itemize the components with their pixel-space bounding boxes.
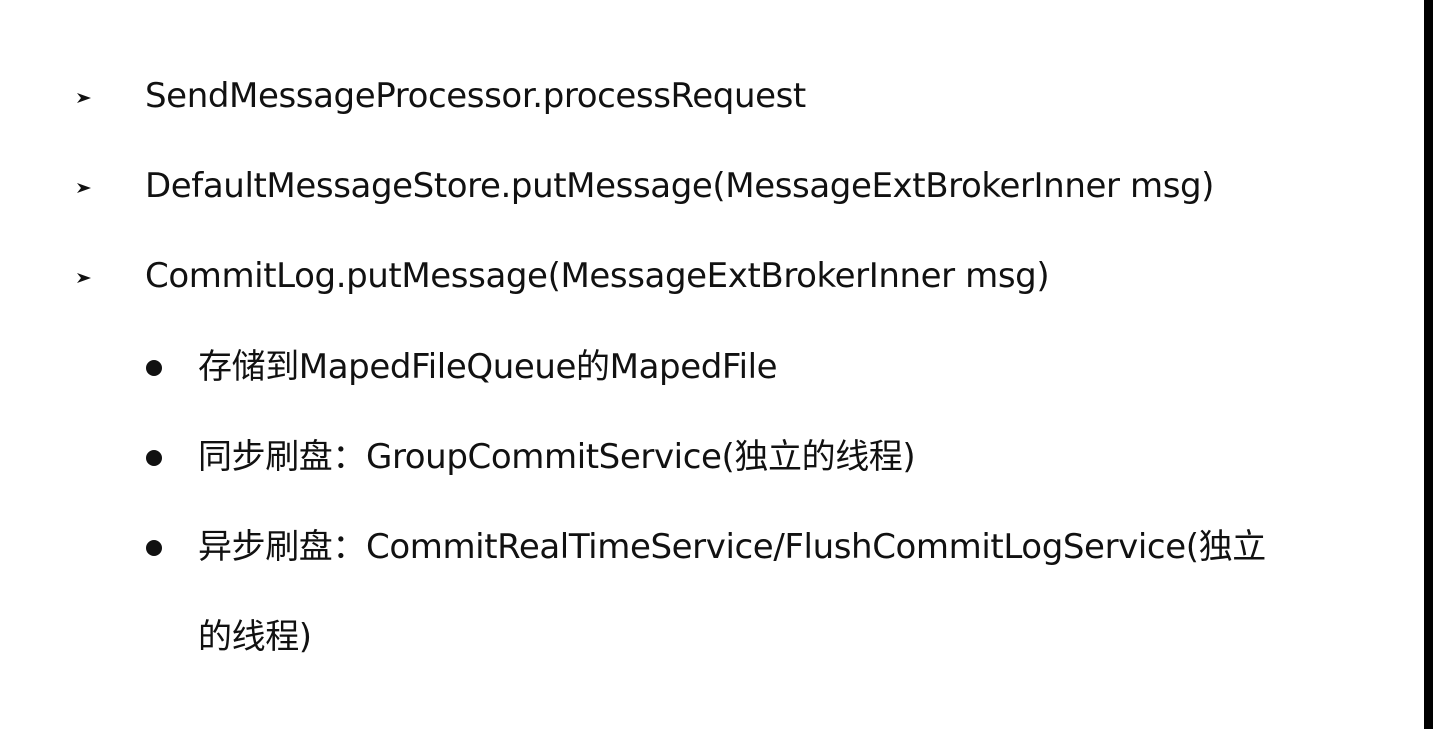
right-edge-bar bbox=[1424, 0, 1433, 729]
sub-bullet-item-text: 异步刷盘：CommitRealTimeService/FlushCommitLo… bbox=[198, 527, 1266, 567]
arrow-bullet-icon bbox=[77, 183, 91, 193]
dot-bullet-icon bbox=[146, 450, 162, 466]
sub-bullet-item-continuation: 的线程) bbox=[198, 617, 312, 657]
arrow-bullet-icon bbox=[77, 93, 91, 103]
bullet-item-text: DefaultMessageStore.putMessage(MessageEx… bbox=[145, 166, 1215, 206]
sub-bullet-item-text: 同步刷盘：GroupCommitService(独立的线程) bbox=[198, 437, 916, 477]
sub-bullet-item-text: 存储到MapedFileQueue的MapedFile bbox=[198, 347, 778, 387]
bullet-item-text: SendMessageProcessor.processRequest bbox=[145, 76, 806, 116]
bullet-item-text: CommitLog.putMessage(MessageExtBrokerInn… bbox=[145, 256, 1050, 296]
dot-bullet-icon bbox=[146, 540, 162, 556]
slide: SendMessageProcessor.processRequest Defa… bbox=[0, 0, 1433, 729]
dot-bullet-icon bbox=[146, 360, 162, 376]
arrow-bullet-icon bbox=[77, 273, 91, 283]
